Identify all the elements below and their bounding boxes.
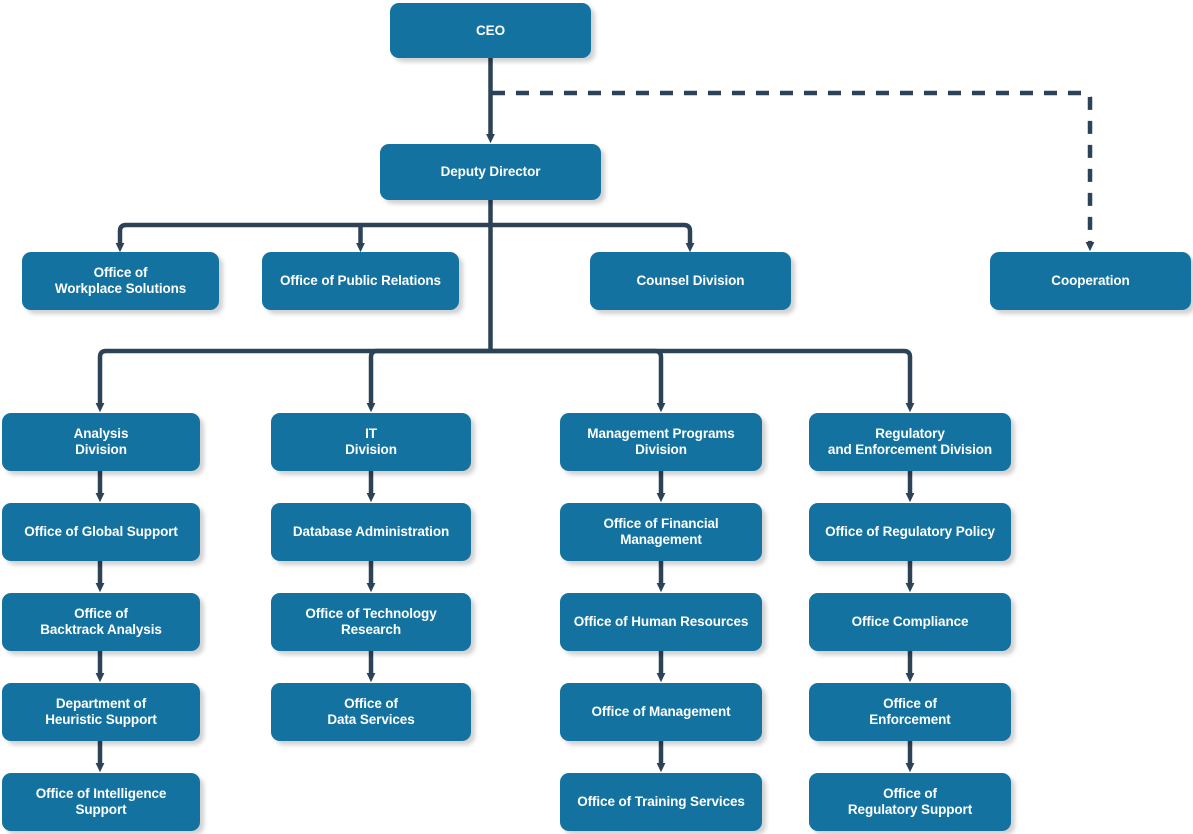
node-cooperation[interactable]: Cooperation — [990, 252, 1191, 310]
node-office-financial-management[interactable]: Office of Financial Management — [560, 503, 762, 561]
node-office-public-relations[interactable]: Office of Public Relations — [262, 252, 459, 310]
edge-bus-upper-left — [115, 222, 491, 253]
node-office-enforcement[interactable]: Office of Enforcement — [809, 683, 1011, 741]
node-office-technology-research[interactable]: Office of Technology Research — [271, 593, 471, 651]
org-chart-canvas: CEO Deputy Director Cooperation Office o… — [0, 0, 1193, 834]
edge-bus-lower-col4 — [490, 348, 915, 413]
node-ceo[interactable]: CEO — [390, 3, 591, 58]
node-office-global-support[interactable]: Office of Global Support — [2, 503, 200, 561]
node-counsel-division[interactable]: Counsel Division — [590, 252, 791, 310]
node-regulatory-enforcement-division[interactable]: Regulatory and Enforcement Division — [809, 413, 1011, 471]
node-office-regulatory-support[interactable]: Office of Regulatory Support — [809, 773, 1011, 831]
node-it-division[interactable]: IT Division — [271, 413, 471, 471]
node-office-workplace-solutions[interactable]: Office of Workplace Solutions — [22, 252, 219, 310]
node-office-intelligence-support[interactable]: Office of Intelligence Support — [2, 773, 200, 831]
node-database-administration[interactable]: Database Administration — [271, 503, 471, 561]
node-office-training-services[interactable]: Office of Training Services — [560, 773, 762, 831]
node-analysis-division[interactable]: Analysis Division — [2, 413, 200, 471]
node-office-data-services[interactable]: Office of Data Services — [271, 683, 471, 741]
node-office-management[interactable]: Office of Management — [560, 683, 762, 741]
edge-bus-lower-col1 — [95, 348, 491, 413]
edge-bus-lower-col3 — [490, 348, 666, 413]
node-deputy-director[interactable]: Deputy Director — [380, 144, 601, 200]
node-office-human-resources[interactable]: Office of Human Resources — [560, 593, 762, 651]
edge-bus-lower-col2 — [366, 348, 491, 413]
node-office-regulatory-policy[interactable]: Office of Regulatory Policy — [809, 503, 1011, 561]
node-office-backtrack-analysis[interactable]: Office of Backtrack Analysis — [2, 593, 200, 651]
node-office-compliance[interactable]: Office Compliance — [809, 593, 1011, 651]
edge-bus-upper-right — [490, 222, 695, 253]
node-management-programs-division[interactable]: Management Programs Division — [560, 413, 762, 471]
node-department-heuristic-support[interactable]: Department of Heuristic Support — [2, 683, 200, 741]
